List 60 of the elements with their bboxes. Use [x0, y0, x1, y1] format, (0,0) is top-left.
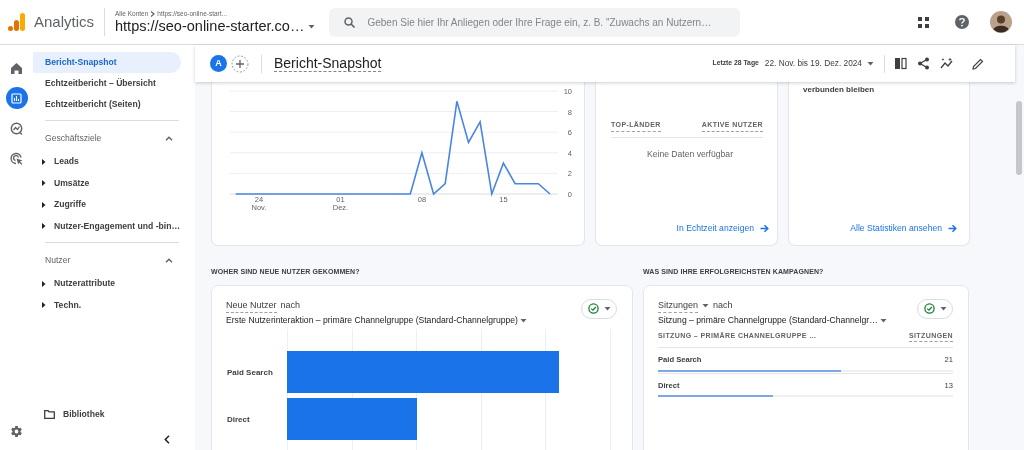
chevron-icon — [150, 11, 156, 18]
sidebar-item[interactable]: Techn. — [33, 294, 195, 316]
caret-icon — [603, 306, 611, 311]
sidebar-item[interactable]: Echtzeitbericht – Übersicht — [33, 73, 181, 94]
status-selector[interactable] — [917, 298, 953, 319]
connector-text: nach — [713, 299, 733, 312]
library-item[interactable]: Bibliothek — [33, 408, 195, 421]
search-field[interactable]: Geben Sie hier Ihr Anliegen oder Ihre Frage ein, z. B. "Zuwachs an Nutzern… — [329, 7, 741, 37]
bar[interactable] — [287, 350, 560, 393]
chevron-icon — [165, 136, 173, 141]
section-header[interactable]: Geschäftsziele — [33, 126, 173, 151]
triangle-icon — [41, 180, 46, 187]
caret-icon — [867, 61, 874, 66]
app-name: Analytics — [34, 11, 95, 32]
check-circle-icon — [923, 303, 935, 314]
realtime-link[interactable]: In Echtzeit anzeigen — [676, 222, 769, 235]
caret-icon — [308, 24, 316, 30]
section-header[interactable]: Nutzer — [33, 248, 173, 273]
folder-icon — [44, 410, 55, 420]
triangle-icon — [41, 201, 46, 208]
avatar[interactable] — [990, 11, 1012, 33]
bar-label: Paid Search — [227, 366, 273, 379]
insight-text: verbunden bleiben — [803, 84, 875, 96]
property-selector[interactable]: https://seo-online-starter.co… — [115, 18, 316, 35]
scroll-thumb[interactable] — [1016, 101, 1022, 175]
sidebar-item[interactable]: Umsätze — [33, 172, 195, 194]
dimension-selector[interactable]: Erste Nutzerinteraktion – primäre Channelgruppe (Standard-Channelgruppe) — [226, 314, 527, 327]
status-selector[interactable] — [581, 298, 617, 319]
analytics-logo — [8, 13, 25, 31]
reports-icon[interactable] — [5, 87, 28, 109]
arrow-icon — [948, 224, 957, 234]
comparison-badge[interactable]: A — [210, 55, 227, 72]
sidebar-item[interactable]: Nutzer-Engagement und -bin… — [33, 215, 195, 237]
triangle-icon — [41, 280, 46, 287]
caret-icon — [879, 317, 887, 323]
caret-icon — [939, 306, 947, 311]
triangle-icon — [41, 158, 46, 165]
sidebar-item[interactable]: Bericht-Snapshot — [33, 52, 181, 73]
triangle-icon — [41, 223, 46, 230]
dimension-selector[interactable]: Sitzung – primäre Channelgruppe (Standard-Channelgr… — [658, 314, 887, 327]
metric-selector[interactable]: Neue Nutzer — [226, 298, 277, 313]
insights-link[interactable]: Alle Statistiken ansehen — [850, 222, 957, 235]
bar-label: Direct — [227, 413, 250, 426]
check-circle-icon — [587, 303, 599, 314]
add-comparison-icon[interactable] — [231, 54, 249, 73]
bar[interactable] — [287, 397, 417, 440]
sidebar-item[interactable]: Leads — [33, 151, 195, 173]
metric-selector[interactable]: Sitzungen — [658, 298, 710, 313]
caret-icon — [519, 317, 527, 323]
chevron-icon — [165, 258, 173, 263]
date-range-selector[interactable]: 22. Nov. bis 19. Dez. 2024 — [758, 57, 880, 70]
caret-icon — [702, 303, 710, 309]
sidebar-item[interactable]: Nutzerattribute — [33, 273, 195, 295]
connector-text: nach — [280, 299, 301, 312]
report-title: Bericht-Snapshot — [274, 54, 382, 73]
triangle-icon — [41, 302, 46, 309]
sidebar-item[interactable]: Zugriffe — [33, 194, 195, 216]
sidebar-item[interactable]: Echtzeitbericht (Seiten) — [33, 94, 181, 115]
empty-message: Keine Daten verfügbar — [647, 147, 733, 161]
arrow-icon — [760, 224, 769, 234]
